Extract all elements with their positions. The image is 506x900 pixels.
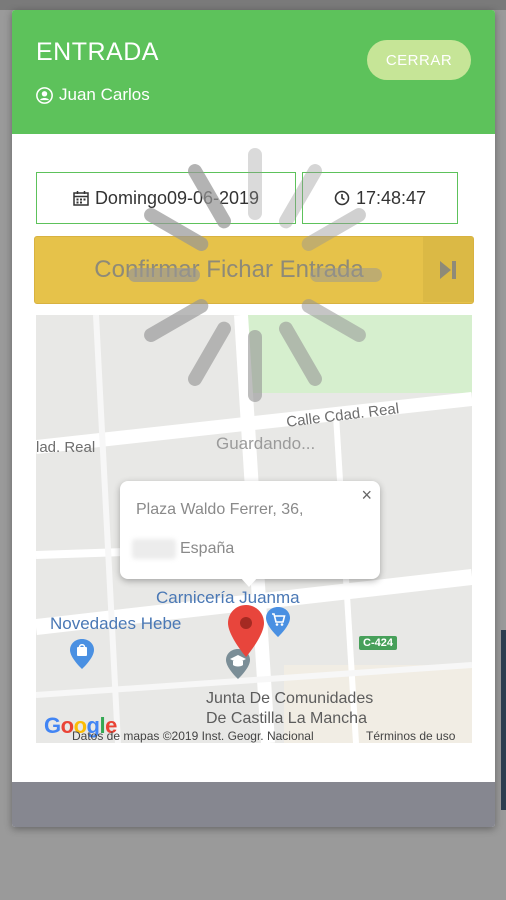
step-forward-icon bbox=[440, 260, 456, 279]
address-line: Plaza Waldo Ferrer, 36, bbox=[136, 501, 304, 518]
map-attribution: Datos de mapas ©2019 Inst. Geogr. Nacion… bbox=[72, 729, 314, 743]
modal-footer bbox=[12, 782, 495, 827]
user-circle-icon bbox=[36, 86, 53, 104]
road-badge: C-424 bbox=[359, 636, 397, 650]
map-pin-icon[interactable] bbox=[228, 605, 264, 657]
saving-text: Guardando... bbox=[216, 434, 316, 453]
time-value: 17:48:47 bbox=[355, 187, 427, 208]
place-novedades[interactable]: Novedades Hebe bbox=[50, 614, 181, 634]
close-button[interactable]: CERRAR bbox=[367, 40, 471, 80]
address-popup: Plaza Waldo Ferrer, 36, España × bbox=[120, 481, 380, 587]
address-country: España bbox=[180, 540, 235, 557]
backdrop bbox=[0, 0, 506, 10]
confirm-side-panel[interactable] bbox=[423, 237, 473, 302]
confirm-check-in-button[interactable]: Confirmar Fichar Entrada bbox=[34, 236, 474, 304]
popup-tail bbox=[240, 577, 258, 587]
check-in-modal: ENTRADA Juan Carlos CERRAR Domingo09-06-… bbox=[12, 10, 495, 827]
street-label-left: lad. Real bbox=[36, 439, 96, 456]
confirm-button-label: Confirmar Fichar Entrada bbox=[94, 255, 364, 283]
shopping-bag-icon[interactable] bbox=[70, 639, 94, 669]
close-icon[interactable]: × bbox=[361, 485, 372, 506]
poi-label-line1: Junta De Comunidades bbox=[206, 690, 374, 707]
terms-link[interactable]: Términos de uso bbox=[366, 729, 455, 743]
date-field[interactable]: Domingo09-06-2019 bbox=[36, 172, 296, 224]
shopping-cart-icon[interactable] bbox=[266, 607, 290, 637]
location-map[interactable]: Calle Cdad. Real lad. Real Guardando... … bbox=[36, 315, 472, 743]
calendar-icon bbox=[73, 191, 89, 206]
side-scroll-edge bbox=[501, 630, 506, 810]
modal-header: ENTRADA Juan Carlos CERRAR bbox=[12, 10, 495, 134]
poi-label-line2: De Castilla La Mancha bbox=[206, 710, 367, 727]
user-name: Juan Carlos bbox=[59, 85, 150, 104]
address-blurred bbox=[132, 539, 176, 559]
date-value: Domingo09-06-2019 bbox=[94, 187, 260, 208]
modal-title: ENTRADA bbox=[36, 38, 159, 66]
user-info: Juan Carlos bbox=[36, 85, 150, 105]
time-field[interactable]: 17:48:47 bbox=[302, 172, 458, 224]
clock-icon bbox=[334, 190, 350, 206]
